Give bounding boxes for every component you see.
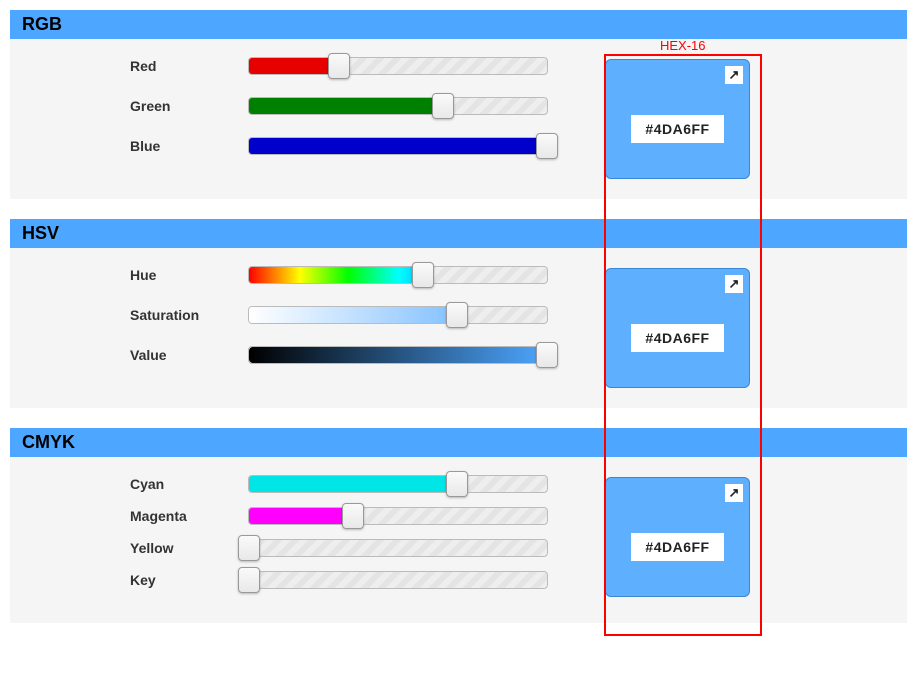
slider-label-value: Value [130, 347, 248, 363]
slider-fill-hue [249, 267, 423, 283]
slider-yellow[interactable] [248, 539, 548, 557]
expand-icon[interactable]: ↗ [725, 275, 743, 293]
slider-gradient-value [249, 347, 547, 363]
slider-track [249, 540, 547, 556]
section-title-rgb: RGB [10, 10, 907, 39]
slider-row-value: Value [130, 346, 605, 364]
slider-thumb-red[interactable] [328, 53, 350, 79]
swatch-col-cmyk: ↗ #4DA6FF [605, 475, 785, 603]
slider-label-yellow: Yellow [130, 540, 248, 556]
slider-red[interactable] [248, 57, 548, 75]
slider-thumb-cyan[interactable] [446, 471, 468, 497]
expand-icon[interactable]: ↗ [725, 484, 743, 502]
slider-magenta[interactable] [248, 507, 548, 525]
slider-row-hue: Hue [130, 266, 605, 284]
slider-label-red: Red [130, 58, 248, 74]
slider-thumb-magenta[interactable] [342, 503, 364, 529]
slider-label-blue: Blue [130, 138, 248, 154]
slider-label-key: Key [130, 572, 248, 588]
section-body-rgb: Red Green Blue ↗ #4DA6FF [10, 39, 907, 179]
slider-thumb-hue[interactable] [412, 262, 434, 288]
slider-thumb-green[interactable] [432, 93, 454, 119]
sliders-col-rgb: Red Green Blue [10, 57, 605, 179]
slider-thumb-value[interactable] [536, 342, 558, 368]
swatch-col-hsv: ↗ #4DA6FF [605, 266, 785, 388]
slider-fill-green [249, 98, 443, 114]
section-hsv: HSV Hue Saturation Value ↗ #4DA6FF [10, 219, 907, 408]
section-rgb: RGB Red Green Blue ↗ #4DA6FF [10, 10, 907, 199]
slider-label-cyan: Cyan [130, 476, 248, 492]
slider-cyan[interactable] [248, 475, 548, 493]
slider-row-blue: Blue [130, 137, 605, 155]
slider-green[interactable] [248, 97, 548, 115]
slider-row-key: Key [130, 571, 605, 589]
slider-fill-red [249, 58, 339, 74]
slider-thumb-saturation[interactable] [446, 302, 468, 328]
sliders-col-hsv: Hue Saturation Value [10, 266, 605, 388]
section-body-cmyk: Cyan Magenta Yellow Key ↗ #4DA6FF [10, 457, 907, 603]
slider-saturation[interactable] [248, 306, 548, 324]
slider-label-saturation: Saturation [130, 307, 248, 323]
swatch-col-rgb: ↗ #4DA6FF [605, 57, 785, 179]
slider-label-hue: Hue [130, 267, 248, 283]
sliders-col-cmyk: Cyan Magenta Yellow Key [10, 475, 605, 603]
slider-row-saturation: Saturation [130, 306, 605, 324]
slider-value[interactable] [248, 346, 548, 364]
slider-row-red: Red [130, 57, 605, 75]
hex-value[interactable]: #4DA6FF [631, 324, 723, 352]
slider-hue[interactable] [248, 266, 548, 284]
slider-row-yellow: Yellow [130, 539, 605, 557]
slider-track [249, 572, 547, 588]
slider-row-cyan: Cyan [130, 475, 605, 493]
hex-value[interactable]: #4DA6FF [631, 115, 723, 143]
section-title-cmyk: CMYK [10, 428, 907, 457]
slider-blue[interactable] [248, 137, 548, 155]
slider-key[interactable] [248, 571, 548, 589]
slider-fill-cyan [249, 476, 457, 492]
section-title-hsv: HSV [10, 219, 907, 248]
section-cmyk: CMYK Cyan Magenta Yellow Key ↗ #4DA6FF [10, 428, 907, 623]
color-swatch: ↗ #4DA6FF [605, 59, 750, 179]
slider-thumb-blue[interactable] [536, 133, 558, 159]
expand-icon[interactable]: ↗ [725, 66, 743, 84]
slider-thumb-yellow[interactable] [238, 535, 260, 561]
color-swatch: ↗ #4DA6FF [605, 477, 750, 597]
slider-fill-blue [249, 138, 547, 154]
slider-fill-magenta [249, 508, 353, 524]
slider-row-green: Green [130, 97, 605, 115]
section-body-hsv: Hue Saturation Value ↗ #4DA6FF [10, 248, 907, 388]
color-swatch: ↗ #4DA6FF [605, 268, 750, 388]
slider-thumb-key[interactable] [238, 567, 260, 593]
slider-label-magenta: Magenta [130, 508, 248, 524]
hex-value[interactable]: #4DA6FF [631, 533, 723, 561]
slider-row-magenta: Magenta [130, 507, 605, 525]
slider-label-green: Green [130, 98, 248, 114]
slider-fill-saturation [249, 307, 457, 323]
